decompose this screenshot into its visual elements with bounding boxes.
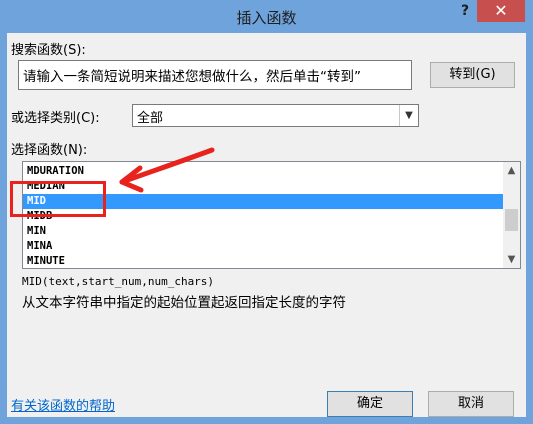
annotation-arrow-icon bbox=[119, 147, 215, 193]
